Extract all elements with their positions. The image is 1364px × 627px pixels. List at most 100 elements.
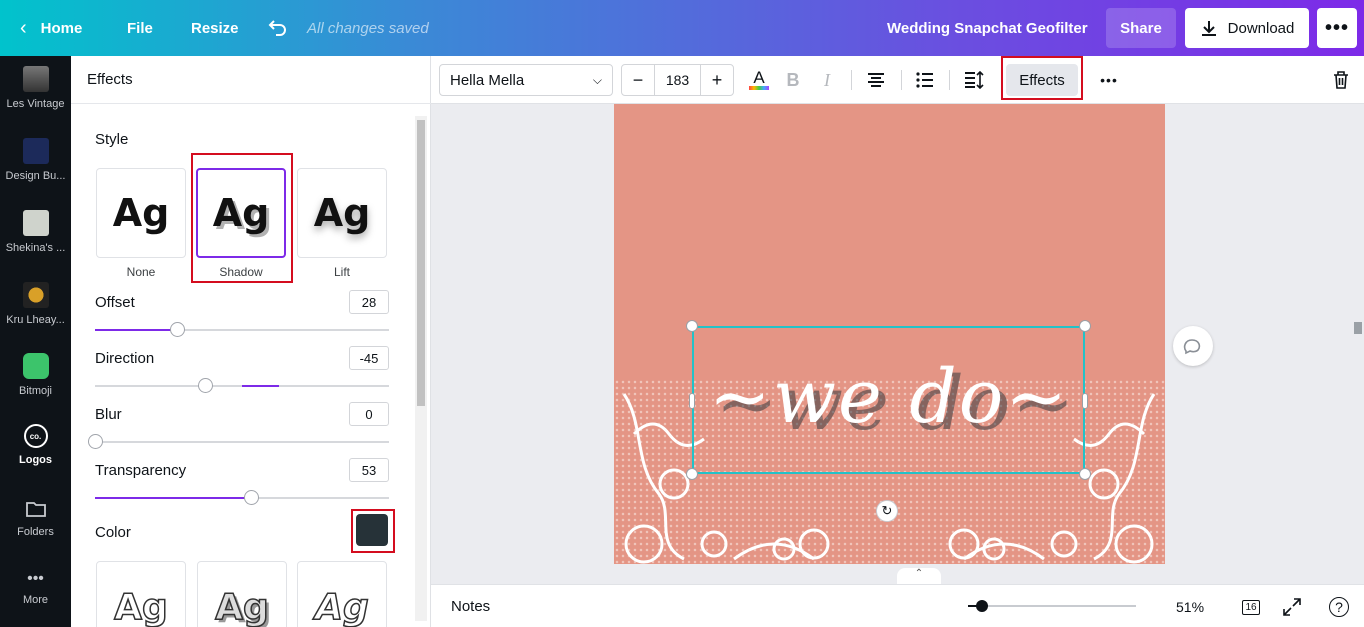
offset-slider[interactable] (95, 322, 389, 337)
resize-handle[interactable] (686, 468, 698, 480)
zoom-level[interactable]: 51% (1176, 585, 1204, 627)
slider-fill (242, 385, 279, 387)
align-center-button[interactable] (860, 64, 892, 96)
divider (851, 70, 852, 90)
transparency-value-input[interactable]: 53 (349, 458, 389, 482)
canvas-horizontal-scrollbar[interactable]: ⌃ (431, 566, 1351, 584)
direction-label: Direction (95, 350, 155, 367)
resize-button[interactable]: Resize (191, 0, 239, 56)
effects-panel: Effects Style Ag None Ag Shadow Ag Lift … (71, 56, 431, 627)
more-options-button[interactable]: ••• (1317, 8, 1357, 48)
italic-button[interactable]: I (811, 64, 843, 96)
spacing-button[interactable] (958, 64, 990, 96)
resize-handle[interactable] (1079, 468, 1091, 480)
zoom-slider[interactable] (968, 600, 1136, 612)
share-button[interactable]: Share (1106, 8, 1176, 48)
direction-value-input[interactable]: -45 (349, 346, 389, 370)
rail-item-les-vintage[interactable]: Les Vintage (0, 66, 71, 110)
effect-preset-splice[interactable]: Ag (297, 561, 387, 627)
blur-value-input[interactable]: 0 (349, 402, 389, 426)
help-button[interactable]: ? (1329, 597, 1349, 617)
delete-button[interactable] (1325, 64, 1357, 96)
list-button[interactable] (909, 64, 941, 96)
more-tools-button[interactable]: ••• (1093, 64, 1125, 96)
slider-fill (95, 329, 178, 331)
spacing-icon (965, 71, 984, 89)
rail-item-folders[interactable]: Folders (0, 498, 71, 538)
bold-button[interactable]: B (777, 64, 809, 96)
undo-button[interactable] (268, 0, 288, 56)
pages-icon: 16 (1242, 599, 1260, 615)
top-bar: ‹ Home File Resize All changes saved Wed… (0, 0, 1364, 56)
slider-knob[interactable] (243, 490, 259, 505)
slider-knob[interactable] (976, 600, 988, 612)
style-option-shadow[interactable]: Ag (196, 168, 286, 258)
shadow-color-swatch[interactable] (356, 514, 388, 546)
selection-box[interactable] (692, 326, 1085, 474)
style-option-lift[interactable]: Ag (297, 168, 387, 258)
increase-font-size-button[interactable]: + (701, 65, 733, 95)
align-center-icon (868, 73, 884, 87)
slider-knob[interactable] (88, 434, 103, 449)
page-count-button[interactable]: 16 (1239, 595, 1263, 619)
text-color-button[interactable]: A (743, 64, 775, 96)
scrollbar-thumb[interactable] (1354, 322, 1362, 334)
rail-item-kru-lheay[interactable]: Kru Lheay... (0, 282, 71, 326)
font-family-dropdown[interactable]: Hella Mella ⌵ (439, 64, 613, 96)
font-name: Hella Mella (450, 71, 525, 89)
rail-item-logos[interactable]: co. Logos (0, 424, 71, 466)
download-icon (1201, 21, 1216, 36)
design-title[interactable]: Wedding Snapchat Geofilter (887, 0, 1088, 56)
decrease-font-size-button[interactable]: − (622, 65, 654, 95)
canvas-vertical-scrollbar[interactable] (1351, 104, 1364, 566)
resize-handle[interactable] (1082, 393, 1088, 409)
chevron-up-icon[interactable]: ⌃ (897, 568, 941, 584)
resize-handle[interactable] (1079, 320, 1091, 332)
rotate-handle[interactable]: ↻ (876, 500, 898, 522)
design-page[interactable]: ~we do~ ↻ (614, 104, 1165, 564)
offset-label: Offset (95, 294, 135, 311)
fullscreen-button[interactable] (1280, 595, 1304, 619)
effect-preset-outline[interactable]: Ag (96, 561, 186, 627)
expand-icon (1283, 598, 1301, 616)
home-button[interactable]: ‹ Home (20, 0, 82, 56)
offset-value-input[interactable]: 28 (349, 290, 389, 314)
color-label: Color (95, 524, 131, 541)
panel-scrollbar[interactable] (415, 116, 427, 621)
rail-item-bitmoji[interactable]: Bitmoji (0, 353, 71, 397)
rail-item-label: Les Vintage (6, 98, 65, 110)
effect-preset-echo[interactable]: Ag (197, 561, 287, 627)
bottom-bar: Notes 51% 16 ? (431, 584, 1364, 627)
slider-knob[interactable] (170, 322, 186, 337)
rail-item-design-bu[interactable]: Design Bu... (0, 138, 71, 182)
rail-item-label: Kru Lheay... (6, 314, 65, 326)
font-size-input[interactable]: 183 (654, 65, 701, 95)
folder-thumbnail (22, 138, 49, 164)
effects-button[interactable]: Effects (1006, 64, 1078, 96)
rail-item-more[interactable]: ••• More (0, 570, 71, 606)
rail-item-label: Logos (19, 454, 52, 466)
rail-item-label: More (22, 594, 49, 606)
blur-slider[interactable] (88, 434, 389, 449)
transparency-slider[interactable] (95, 490, 389, 505)
ellipsis-icon: ••• (1100, 72, 1118, 88)
file-menu-button[interactable]: File (127, 0, 153, 56)
style-option-none[interactable]: Ag (96, 168, 186, 258)
canvas-area[interactable]: ~we do~ ↻ (431, 104, 1351, 566)
download-button[interactable]: Download (1185, 8, 1309, 48)
home-label: Home (40, 19, 83, 37)
divider (949, 70, 950, 90)
rainbow-bar (749, 86, 769, 90)
rail-item-shekinas[interactable]: Shekina's ... (0, 210, 71, 254)
add-comment-button[interactable] (1173, 326, 1213, 366)
resize-handle[interactable] (689, 393, 695, 409)
text-color-icon: A (753, 68, 765, 87)
scrollbar-thumb[interactable] (417, 120, 425, 406)
notes-button[interactable]: Notes (451, 585, 490, 627)
ellipsis-icon: ••• (27, 570, 44, 587)
slider-knob[interactable] (198, 378, 214, 393)
panel-title: Effects (71, 56, 431, 104)
direction-slider[interactable] (95, 378, 389, 393)
resize-handle[interactable] (686, 320, 698, 332)
slider-fill (95, 497, 251, 499)
